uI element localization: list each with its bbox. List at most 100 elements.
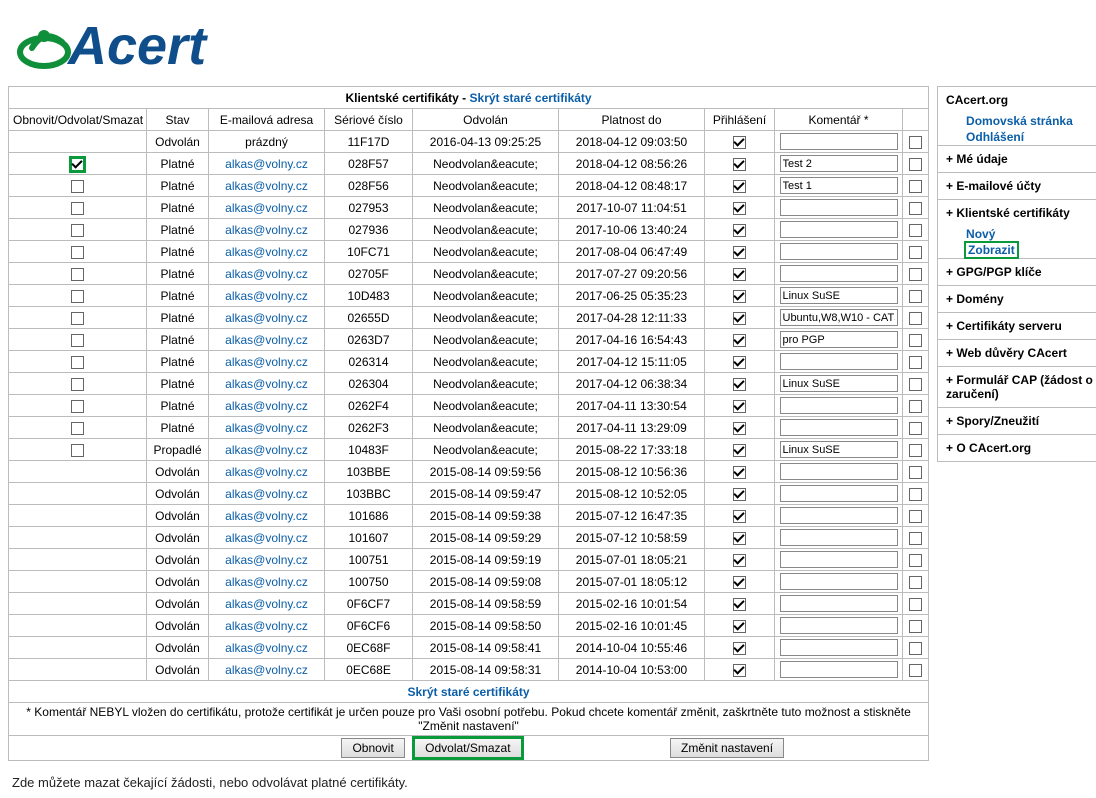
login-checkbox[interactable] [733,224,746,237]
extra-checkbox[interactable] [909,488,922,501]
comment-input[interactable] [780,441,898,458]
select-checkbox[interactable] [71,290,84,303]
login-checkbox[interactable] [733,532,746,545]
email-link[interactable]: alkas@volny.cz [225,619,308,633]
sidebar-title[interactable]: + Domény [938,286,1096,312]
email-link[interactable]: alkas@volny.cz [225,575,308,589]
sidebar-title[interactable]: + Web důvěry CAcert [938,340,1096,366]
extra-checkbox[interactable] [909,356,922,369]
email-link[interactable]: alkas@volny.cz [225,223,308,237]
extra-checkbox[interactable] [909,554,922,567]
comment-input[interactable] [780,199,898,216]
sidebar-title[interactable]: + Klientské certifikáty [938,200,1096,226]
login-checkbox[interactable] [733,620,746,633]
extra-checkbox[interactable] [909,422,922,435]
login-checkbox[interactable] [733,202,746,215]
comment-input[interactable] [780,287,898,304]
sidebar-title[interactable]: + GPG/PGP klíče [938,259,1096,285]
email-link[interactable]: alkas@volny.cz [225,509,308,523]
select-checkbox[interactable] [71,158,84,171]
comment-input[interactable] [780,617,898,634]
comment-input[interactable] [780,573,898,590]
extra-checkbox[interactable] [909,334,922,347]
comment-input[interactable] [780,353,898,370]
email-link[interactable]: alkas@volny.cz [225,641,308,655]
extra-checkbox[interactable] [909,180,922,193]
select-checkbox[interactable] [71,334,84,347]
comment-input[interactable] [780,595,898,612]
sidebar-title[interactable]: + O CAcert.org [938,435,1096,461]
sidebar-title[interactable]: + Certifikáty serveru [938,313,1096,339]
extra-checkbox[interactable] [909,620,922,633]
sidebar-link[interactable]: Zobrazit [938,242,1096,258]
select-checkbox[interactable] [71,268,84,281]
login-checkbox[interactable] [733,290,746,303]
extra-checkbox[interactable] [909,136,922,149]
email-link[interactable]: alkas@volny.cz [225,245,308,259]
email-link[interactable]: alkas@volny.cz [225,399,308,413]
login-checkbox[interactable] [733,180,746,193]
login-checkbox[interactable] [733,356,746,369]
email-link[interactable]: alkas@volny.cz [225,443,308,457]
email-link[interactable]: alkas@volny.cz [225,267,308,281]
email-link[interactable]: alkas@volny.cz [225,201,308,215]
comment-input[interactable] [780,419,898,436]
extra-checkbox[interactable] [909,290,922,303]
comment-input[interactable] [780,485,898,502]
extra-checkbox[interactable] [909,444,922,457]
select-checkbox[interactable] [71,224,84,237]
login-checkbox[interactable] [733,510,746,523]
email-link[interactable]: alkas@volny.cz [225,179,308,193]
extra-checkbox[interactable] [909,246,922,259]
email-link[interactable]: alkas@volny.cz [225,289,308,303]
login-checkbox[interactable] [733,642,746,655]
sidebar-title[interactable]: CAcert.org [938,87,1096,113]
extra-checkbox[interactable] [909,642,922,655]
login-checkbox[interactable] [733,422,746,435]
comment-input[interactable] [780,639,898,656]
extra-checkbox[interactable] [909,378,922,391]
extra-checkbox[interactable] [909,664,922,677]
sidebar-title[interactable]: + E-mailové účty [938,173,1096,199]
comment-input[interactable] [780,221,898,238]
extra-checkbox[interactable] [909,532,922,545]
extra-checkbox[interactable] [909,576,922,589]
comment-input[interactable] [780,265,898,282]
sidebar-title[interactable]: + Spory/Zneužití [938,408,1096,434]
select-checkbox[interactable] [71,246,84,259]
extra-checkbox[interactable] [909,598,922,611]
email-link[interactable]: alkas@volny.cz [225,333,308,347]
extra-checkbox[interactable] [909,312,922,325]
sidebar-link[interactable]: Nový [938,226,1096,242]
sidebar-title[interactable]: + Mé údaje [938,146,1096,172]
comment-input[interactable] [780,661,898,678]
comment-input[interactable] [780,331,898,348]
email-link[interactable]: alkas@volny.cz [225,597,308,611]
email-link[interactable]: alkas@volny.cz [225,531,308,545]
email-link[interactable]: alkas@volny.cz [225,421,308,435]
select-checkbox[interactable] [71,202,84,215]
select-checkbox[interactable] [71,312,84,325]
email-link[interactable]: alkas@volny.cz [225,663,308,677]
select-checkbox[interactable] [71,422,84,435]
login-checkbox[interactable] [733,554,746,567]
comment-input[interactable] [780,529,898,546]
login-checkbox[interactable] [733,136,746,149]
select-checkbox[interactable] [71,378,84,391]
login-checkbox[interactable] [733,268,746,281]
login-checkbox[interactable] [733,598,746,611]
email-link[interactable]: alkas@volny.cz [225,487,308,501]
change-settings-button[interactable]: Změnit nastavení [670,738,784,758]
select-checkbox[interactable] [71,444,84,457]
extra-checkbox[interactable] [909,466,922,479]
select-checkbox[interactable] [71,400,84,413]
extra-checkbox[interactable] [909,400,922,413]
login-checkbox[interactable] [733,664,746,677]
comment-input[interactable] [780,155,898,172]
login-checkbox[interactable] [733,488,746,501]
comment-input[interactable] [780,551,898,568]
login-checkbox[interactable] [733,466,746,479]
login-checkbox[interactable] [733,576,746,589]
hide-old-link[interactable]: Skrýt staré certifikáty [470,91,592,105]
sidebar-title[interactable]: + Formulář CAP (žádost o zaručení) [938,367,1096,407]
